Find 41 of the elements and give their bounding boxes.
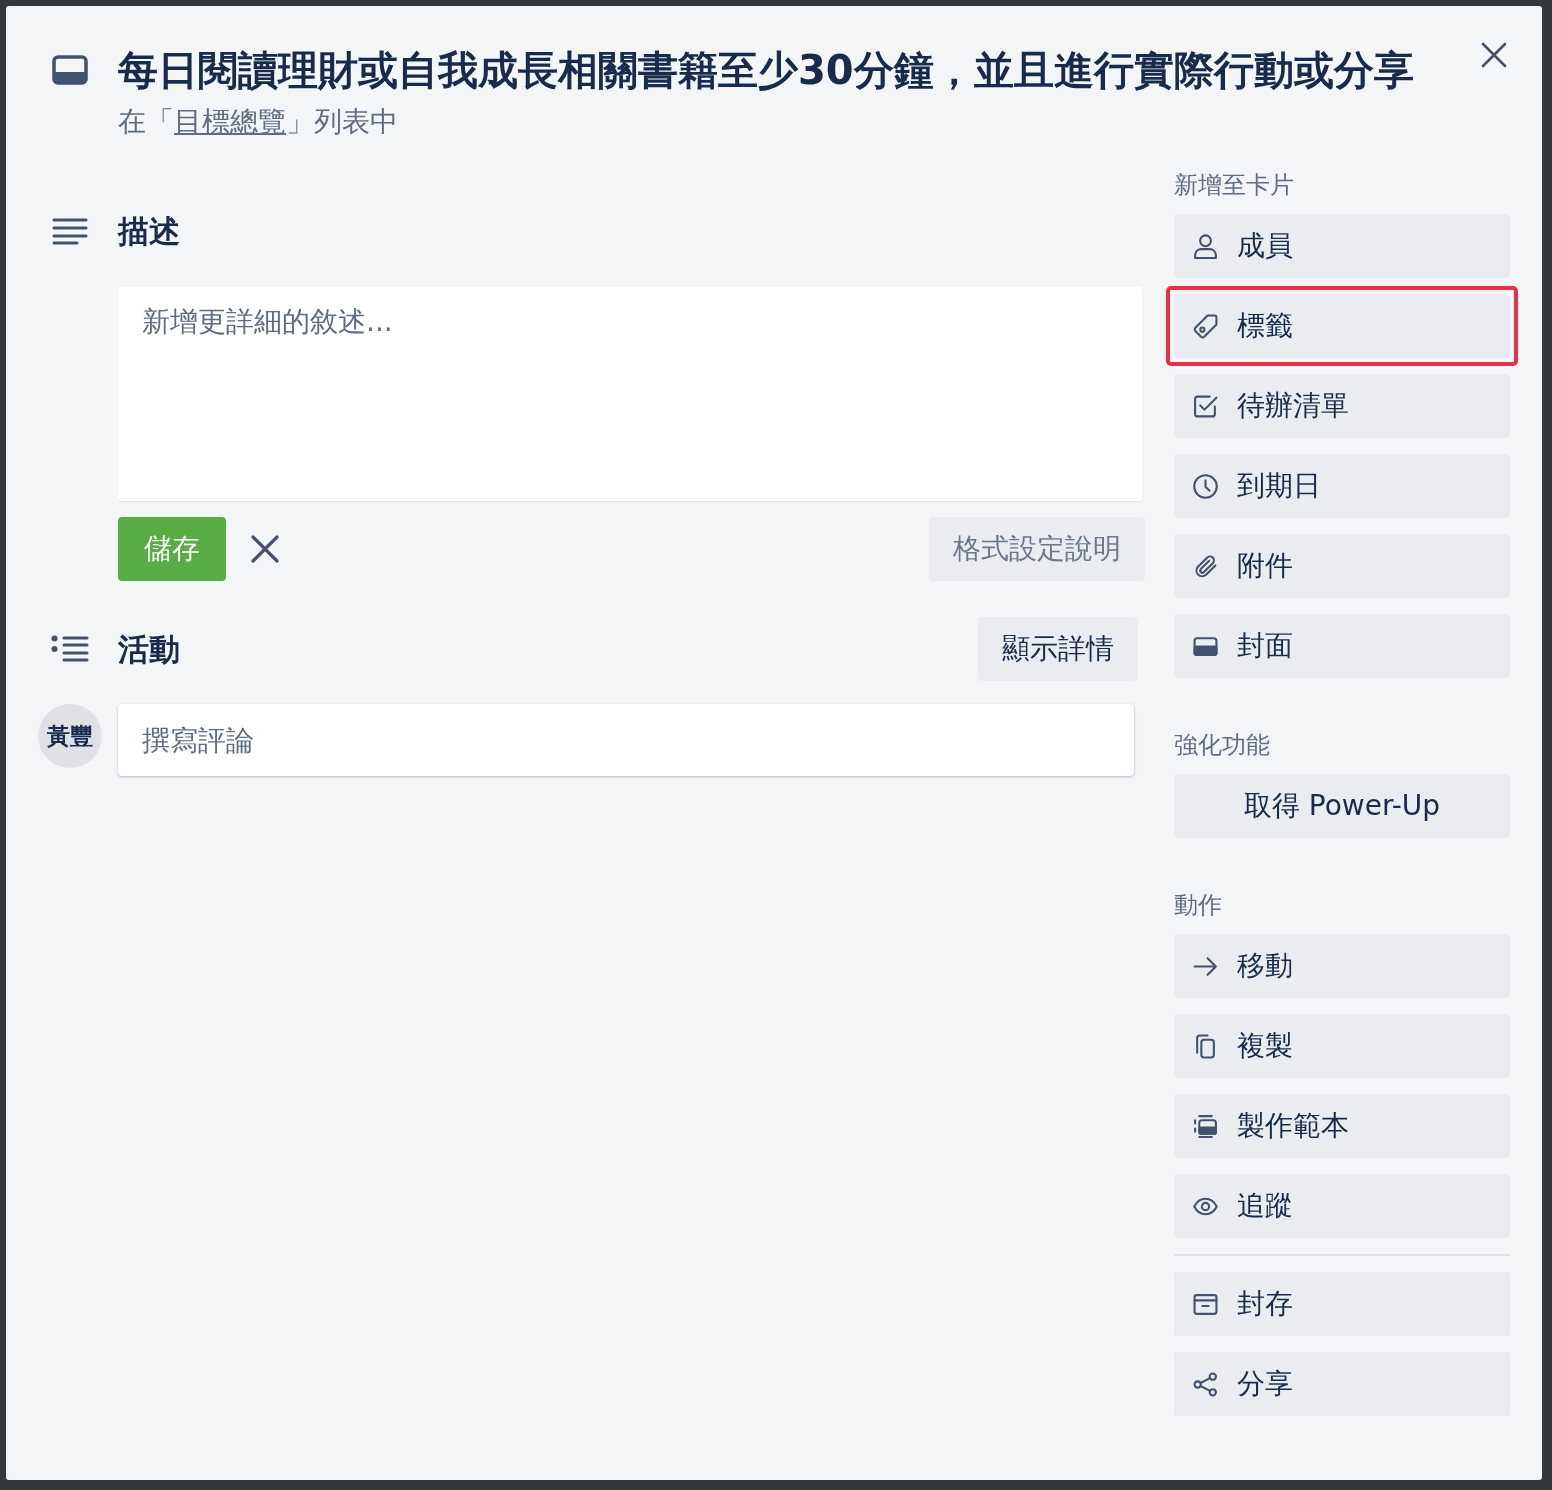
description-field[interactable]: 新增更詳細的敘述... bbox=[118, 287, 1142, 501]
checklist-button[interactable]: 待辦清單 bbox=[1174, 374, 1510, 438]
close-icon bbox=[1481, 42, 1507, 68]
cover-button[interactable]: 封面 bbox=[1174, 614, 1510, 678]
archive-button[interactable]: 封存 bbox=[1174, 1272, 1510, 1336]
share-icon bbox=[1193, 1371, 1218, 1397]
section-heading: 活動 bbox=[118, 630, 180, 669]
template-icon bbox=[1193, 1113, 1218, 1139]
archive-box-icon bbox=[1193, 1291, 1218, 1317]
bulleted-list-icon bbox=[51, 635, 89, 663]
card-icon bbox=[52, 55, 88, 85]
person-icon bbox=[1193, 233, 1218, 259]
comment-field[interactable]: 撰寫評論 bbox=[118, 704, 1134, 776]
copy-icon bbox=[1193, 1033, 1218, 1059]
cancel-button[interactable] bbox=[250, 534, 280, 564]
tag-icon bbox=[1193, 313, 1218, 339]
sidebar-heading: 強化功能 bbox=[1174, 730, 1271, 761]
show-details-button[interactable]: 顯示詳情 bbox=[978, 617, 1138, 681]
member-avatar: 黃豐 bbox=[38, 704, 102, 768]
labels-button[interactable]: 標籤 bbox=[1174, 294, 1510, 358]
clock-icon bbox=[1193, 473, 1218, 499]
list-link[interactable]: 目標總覽 bbox=[174, 105, 286, 138]
paperclip-icon bbox=[1193, 553, 1218, 579]
checkbox-icon bbox=[1193, 393, 1218, 419]
card-title: 每日閱讀理財或自我成長相關書籍至少30分鐘，並且進行實際行動或分享 bbox=[118, 46, 1415, 94]
move-button[interactable]: 移動 bbox=[1174, 934, 1510, 998]
power-up-button[interactable]: 取得 Power-Up bbox=[1174, 774, 1510, 838]
due-date-button[interactable]: 到期日 bbox=[1174, 454, 1510, 518]
members-button[interactable]: 成員 bbox=[1174, 214, 1510, 278]
copy-button[interactable]: 複製 bbox=[1174, 1014, 1510, 1078]
attachment-button[interactable]: 附件 bbox=[1174, 534, 1510, 598]
watch-button[interactable]: 追蹤 bbox=[1174, 1174, 1510, 1238]
formatting-help-button[interactable]: 格式設定說明 bbox=[929, 517, 1145, 581]
list-location-text: 在「目標總覽」列表中 bbox=[118, 104, 399, 140]
sidebar-heading: 新增至卡片 bbox=[1174, 170, 1295, 201]
make-template-button[interactable]: 製作範本 bbox=[1174, 1094, 1510, 1158]
text-lines-icon bbox=[52, 217, 88, 245]
cancel-icon bbox=[251, 535, 279, 563]
sidebar-heading: 動作 bbox=[1174, 890, 1223, 921]
share-button[interactable]: 分享 bbox=[1174, 1352, 1510, 1416]
section-heading: 描述 bbox=[118, 212, 180, 251]
